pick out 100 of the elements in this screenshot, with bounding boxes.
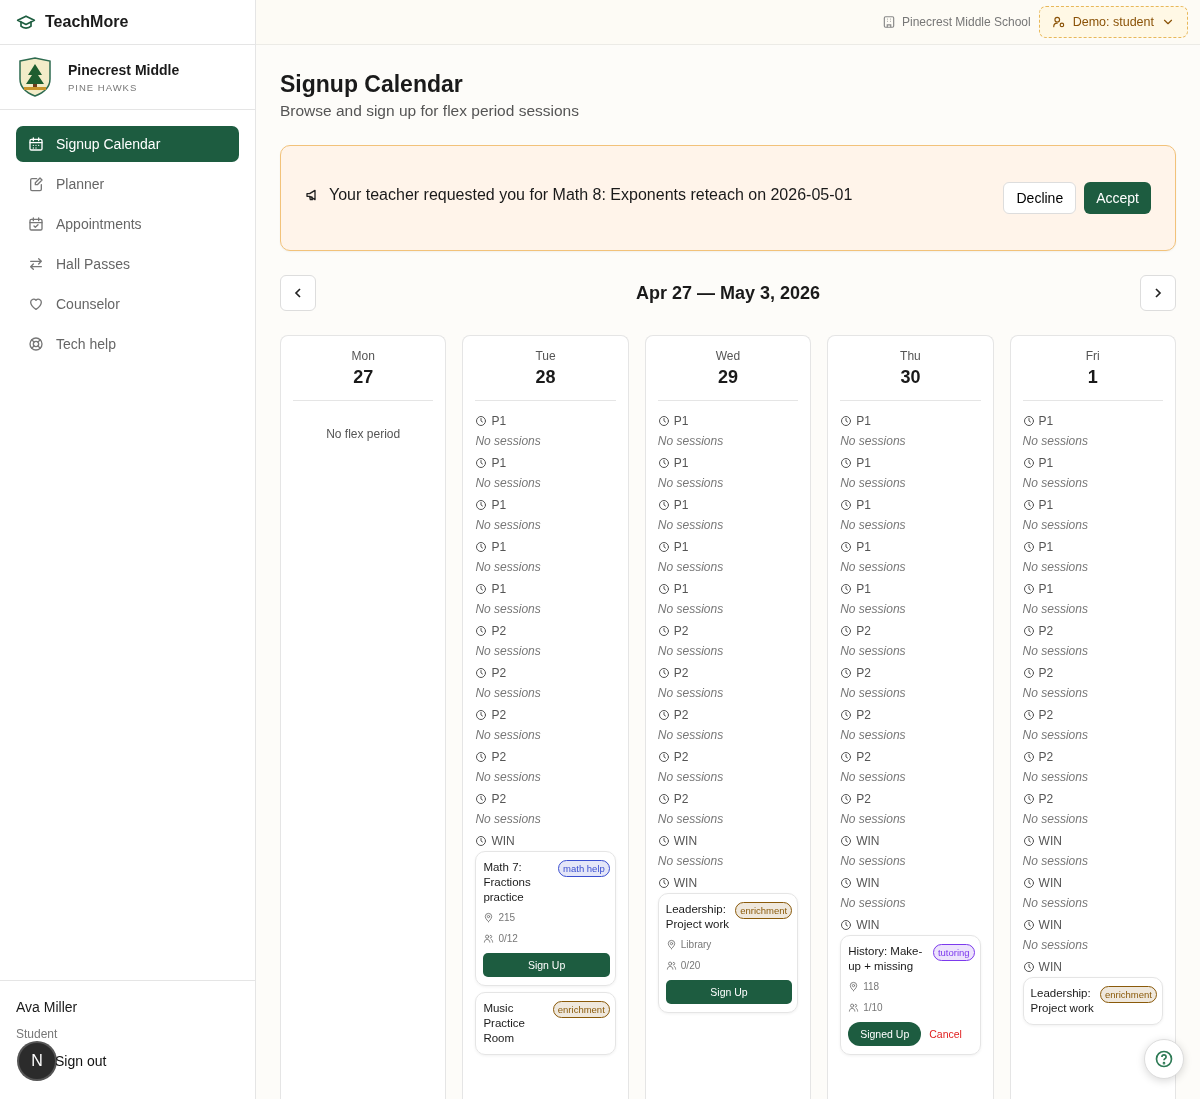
clock-icon [657,877,670,889]
no-sessions-note: No sessions [1022,433,1089,450]
no-sessions-note: No sessions [657,643,725,660]
no-sessions-note: No sessions [475,517,542,534]
no-sessions-note: No sessions [657,769,725,786]
clock-icon [657,541,670,553]
no-sessions-note: No sessions [475,433,542,450]
people-icon [483,933,495,944]
day-date: 29 [716,367,739,388]
no-sessions-note: No sessions [657,559,725,576]
nav-item[interactable]: Hall Passes [16,246,239,282]
clock-icon [1022,793,1035,805]
period-label: P2 [657,747,799,767]
period-label: P1 [840,495,981,515]
request-message: Your teacher requested you for Math 8: Exponents reteach on 2026-05-01 [329,186,854,204]
heart-icon [28,296,44,312]
clock-icon [475,541,488,553]
clock-icon [1022,625,1035,637]
no-sessions-note: No sessions [657,433,725,450]
period-label: P2 [657,621,799,641]
people-icon [665,960,677,971]
clock-icon [475,793,488,805]
no-sessions-note: No sessions [657,685,725,702]
clock-icon [475,499,488,511]
clock-icon [840,583,853,595]
school-label: Pinecrest Middle School [901,15,1031,29]
clock-icon [840,751,853,763]
swap-arrows-icon [28,256,44,272]
clock-icon [840,919,853,931]
nav-item[interactable]: Planner [16,166,239,202]
no-sessions-note: No sessions [840,559,907,576]
period-label: P2 [840,747,981,767]
day-date: 27 [352,367,375,388]
previous-week-button[interactable] [280,275,316,311]
day-name: Mon [350,349,376,363]
session-title: Leadership: Project work [665,902,731,932]
dev-indicator-badge[interactable]: N [19,1043,55,1079]
period-label: WIN [657,873,799,893]
clock-icon [657,709,670,721]
no-sessions-note: No sessions [475,643,542,660]
no-sessions-note: No sessions [475,811,542,828]
clock-icon [1022,499,1035,511]
clock-icon [657,583,670,595]
session-title: Leadership: Project work [1030,986,1095,1016]
clock-icon [657,793,670,805]
week-range: Apr 27 — May 3, 2026 [635,282,821,304]
no-sessions-note: No sessions [475,559,542,576]
period-label: P1 [475,579,616,599]
building-icon [881,15,896,29]
no-sessions-note: No sessions [475,601,542,618]
period-label: P2 [1022,705,1163,725]
location-pin-icon [483,912,495,923]
sign-out-link[interactable]: Sign out [55,1053,107,1069]
page-title: Signup Calendar [280,71,464,98]
no-sessions-note: No sessions [1022,475,1089,492]
nav-item[interactable]: Tech help [16,326,239,362]
period-label: P2 [475,747,616,767]
sign-up-button[interactable]: Sign Up [483,953,610,977]
cancel-link[interactable]: Cancel [929,1028,962,1040]
accept-button[interactable]: Accept [1084,182,1151,214]
people-icon [848,1002,860,1013]
no-sessions-note: No sessions [657,811,725,828]
day-date: 1 [1086,367,1099,388]
nav-item[interactable]: Signup Calendar [16,126,239,162]
period-label: P1 [1022,537,1163,557]
period-label: P1 [475,537,616,557]
clock-icon [840,835,853,847]
nav-item[interactable]: Counselor [16,286,239,322]
clock-icon [840,541,853,553]
period-label: WIN [657,831,799,851]
category-tag: math help [558,860,610,877]
period-label: WIN [840,915,981,935]
period-label: P2 [1022,789,1163,809]
no-sessions-note: No sessions [840,643,907,660]
no-sessions-note: No sessions [475,475,542,492]
no-sessions-note: No sessions [1022,643,1089,660]
clock-icon [840,625,853,637]
signed-up-button[interactable]: Signed Up [848,1022,922,1046]
next-week-button[interactable] [1140,275,1176,311]
sign-up-button[interactable]: Sign Up [665,980,793,1004]
day-name: Thu [899,349,922,363]
no-sessions-note: No sessions [840,853,907,870]
demo-role-dropdown[interactable]: Demo: student [1038,6,1188,38]
clock-icon [657,499,670,511]
period-label: P1 [1022,495,1163,515]
capacity-label: 0/12 [483,930,610,947]
clock-icon [1022,709,1035,721]
day-name: Tue [534,349,557,363]
clock-icon [475,667,488,679]
period-label: WIN [1022,873,1163,893]
decline-button[interactable]: Decline [1003,182,1077,214]
nav-item[interactable]: Appointments [16,206,239,242]
no-sessions-note: No sessions [1022,727,1089,744]
clock-icon [840,499,853,511]
school-crest-drawing [18,57,52,97]
no-sessions-note: No sessions [657,853,725,870]
no-sessions-note: No sessions [840,769,907,786]
clock-icon [1022,415,1035,427]
no-sessions-note: No sessions [840,601,907,618]
clock-icon [840,793,853,805]
